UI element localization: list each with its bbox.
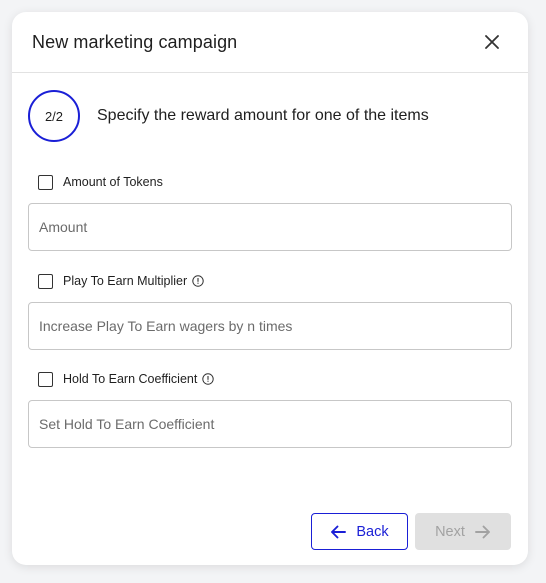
arrow-right-icon xyxy=(474,525,491,539)
coefficient-field[interactable] xyxy=(28,400,512,448)
close-icon xyxy=(485,35,499,49)
amount-input[interactable] xyxy=(39,219,501,235)
checkbox-row: Play To Earn Multiplier xyxy=(28,271,512,291)
campaign-modal: New marketing campaign 2/2 Specify the r… xyxy=(12,12,528,565)
back-button[interactable]: Back xyxy=(311,513,408,550)
modal-title: New marketing campaign xyxy=(32,31,238,52)
step-row: 2/2 Specify the reward amount for one of… xyxy=(28,90,429,142)
amount-of-tokens-checkbox[interactable] xyxy=(38,174,53,190)
option-hold-to-earn-coefficient: Hold To Earn Coefficient xyxy=(28,369,512,448)
multiplier-input[interactable] xyxy=(39,318,501,334)
checkbox-row: Amount of Tokens xyxy=(28,172,512,192)
option-play-to-earn-multiplier: Play To Earn Multiplier xyxy=(28,271,512,350)
play-to-earn-multiplier-checkbox[interactable] xyxy=(38,273,53,289)
amount-field[interactable] xyxy=(28,203,512,251)
checkbox-label: Play To Earn Multiplier xyxy=(63,274,188,288)
info-circle-icon[interactable] xyxy=(192,275,204,287)
checkbox-label: Amount of Tokens xyxy=(63,175,163,189)
multiplier-field[interactable] xyxy=(28,302,512,350)
coefficient-input[interactable] xyxy=(39,416,501,432)
checkbox-label: Hold To Earn Coefficient xyxy=(63,372,198,386)
close-button[interactable] xyxy=(480,30,504,54)
back-button-label: Back xyxy=(356,523,389,540)
arrow-left-icon xyxy=(330,525,347,539)
checkbox-row: Hold To Earn Coefficient xyxy=(28,369,512,389)
hold-to-earn-coefficient-checkbox[interactable] xyxy=(38,371,53,387)
modal-header: New marketing campaign xyxy=(12,12,528,73)
option-amount-of-tokens: Amount of Tokens xyxy=(28,172,512,251)
info-circle-icon[interactable] xyxy=(202,373,215,385)
step-description: Specify the reward amount for one of the… xyxy=(97,107,429,124)
step-indicator: 2/2 xyxy=(28,90,80,142)
next-button-label: Next xyxy=(435,523,465,540)
next-button[interactable]: Next xyxy=(415,513,511,550)
